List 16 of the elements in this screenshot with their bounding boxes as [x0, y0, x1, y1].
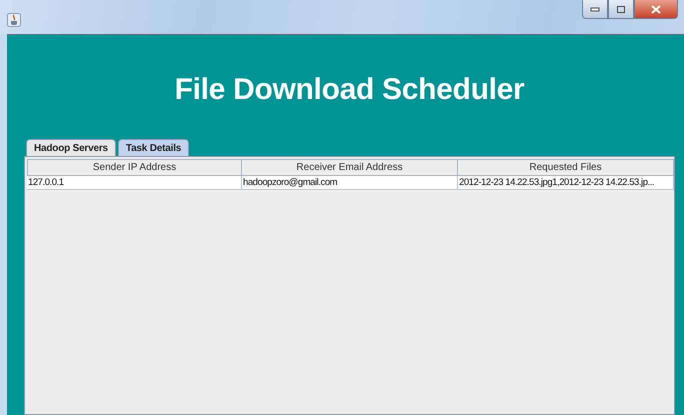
table-cell: 2012-12-23 14.22.53.jpg1,2012-12-23 14.22.53.jp... — [458, 176, 674, 190]
maximize-icon — [616, 4, 626, 14]
close-button[interactable] — [634, 0, 678, 19]
tab[interactable]: Hadoop Servers — [26, 139, 116, 156]
table-cell: 127.0.0.1 — [27, 176, 242, 190]
column-header[interactable]: Receiver Email Address — [242, 159, 458, 176]
app-title: File Download Scheduler — [174, 73, 526, 108]
column-header[interactable]: Sender IP Address — [27, 159, 242, 176]
tab[interactable]: Task Details — [118, 139, 190, 156]
minimize-button[interactable] — [582, 0, 608, 19]
minimize-icon — [590, 6, 600, 12]
maximize-button[interactable] — [608, 0, 634, 19]
close-icon — [651, 4, 661, 14]
cup-icon — [7, 13, 21, 27]
column-header[interactable]: Requested Files — [458, 159, 674, 176]
table-cell: hadoopzoro@gmail.com — [242, 176, 458, 190]
